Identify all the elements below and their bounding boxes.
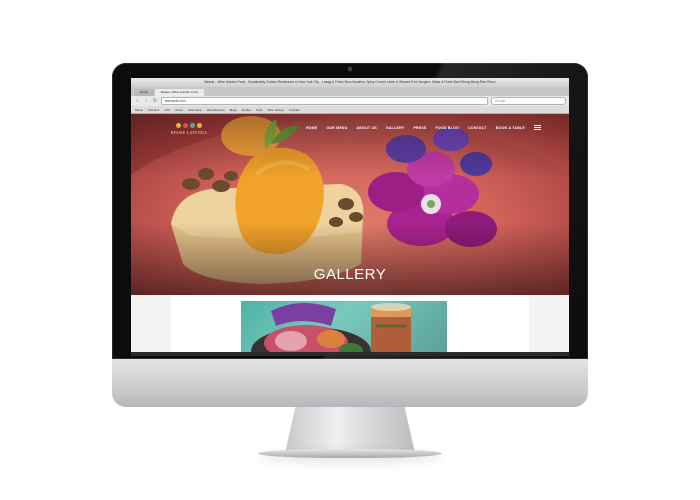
window-title: Bessie - Wine Garden Food - Sustainably … xyxy=(131,78,569,87)
hero-banner: BESSIE LATENDA HOME OUR MENU ABOUT US GA… xyxy=(131,114,569,295)
nav-contact[interactable]: CONTACT xyxy=(468,126,487,130)
webcam xyxy=(348,67,352,71)
address-bar-row: ‹ › ↻ wanfoods.com Google xyxy=(131,96,569,106)
nav-gallery[interactable]: GALLERY xyxy=(386,126,404,130)
screen: Bessie - Wine Garden Food - Sustainably … xyxy=(131,78,569,356)
bookmark-item[interactable]: Information xyxy=(188,108,202,112)
monitor-chin xyxy=(112,359,588,407)
forward-icon[interactable]: › xyxy=(143,98,149,104)
bookmark-item[interactable]: Wine Society xyxy=(268,108,284,112)
bookmark-item[interactable]: Blogs xyxy=(230,108,237,112)
gallery-content xyxy=(171,295,529,356)
back-icon[interactable]: ‹ xyxy=(134,98,140,104)
bookmarks-bar: Studio Teachers CSS Vimeo Information Mi… xyxy=(131,106,569,114)
gallery-photo[interactable] xyxy=(241,301,447,356)
browser-tab[interactable]: Home xyxy=(134,89,155,96)
browser-tab-active[interactable]: Bessie | Wine Garden Food xyxy=(155,89,204,96)
reload-icon[interactable]: ↻ xyxy=(152,98,158,104)
nav-press[interactable]: PRESS xyxy=(413,126,426,130)
site-logo[interactable]: BESSIE LATENDA xyxy=(165,123,213,141)
taskbar xyxy=(131,352,569,356)
bookmark-item[interactable]: CSS xyxy=(164,108,170,112)
bookmark-item[interactable]: Vimeo xyxy=(175,108,183,112)
bookmark-item[interactable]: Tools xyxy=(256,108,263,112)
gallery-photo-illustration xyxy=(251,302,411,356)
monitor-stand-base xyxy=(258,449,442,458)
nav-book-a-table[interactable]: BOOK A TABLE xyxy=(496,126,525,130)
browser-tabbar: Home Bessie | Wine Garden Food xyxy=(131,87,569,96)
url-input[interactable]: wanfoods.com xyxy=(161,97,488,105)
bookmark-item[interactable]: Studio xyxy=(135,108,143,112)
bookmark-item[interactable]: Tutorials xyxy=(289,108,300,112)
menu-icon[interactable] xyxy=(534,125,541,130)
nav-food-blog[interactable]: FOOD BLOG xyxy=(436,126,460,130)
site-nav: HOME OUR MENU ABOUT US GALLERY PRESS FOO… xyxy=(306,125,541,130)
nav-our-menu[interactable]: OUR MENU xyxy=(326,126,347,130)
bookmark-item[interactable]: Teachers xyxy=(148,108,159,112)
bookmark-item[interactable]: Archive xyxy=(242,108,251,112)
nav-about-us[interactable]: ABOUT US xyxy=(357,126,377,130)
search-input[interactable]: Google xyxy=(491,97,566,105)
page-title: GALLERY xyxy=(313,266,387,283)
logo-text: BESSIE LATENDA xyxy=(170,130,208,135)
logo-mark xyxy=(165,123,213,128)
monitor-stand xyxy=(285,407,415,453)
bookmark-item[interactable]: Miscellaneous xyxy=(207,108,225,112)
nav-home[interactable]: HOME xyxy=(306,126,318,130)
